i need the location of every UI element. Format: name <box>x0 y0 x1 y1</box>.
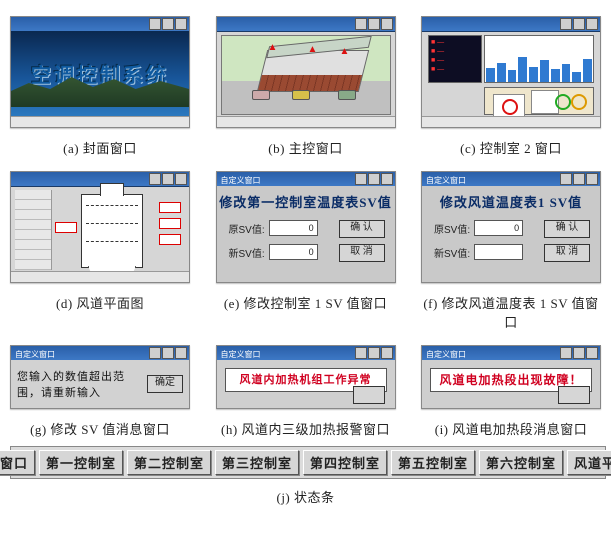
heater-alarm-thumb: 自定义窗口 风道内加热机组工作异常 <box>216 345 396 409</box>
ok-button[interactable]: 确定 <box>147 375 183 393</box>
row-old-sv: 原SV值: 0 <box>434 220 523 236</box>
titlebar: 自定义窗口 <box>11 346 189 361</box>
status-btn-duct[interactable]: 风道平面图 <box>567 450 611 475</box>
confirm-button[interactable]: 确 认 <box>544 220 590 238</box>
indicator-yellow-icon <box>571 94 587 110</box>
value-box <box>159 202 181 213</box>
row-new-sv: 新SV值: <box>434 244 523 260</box>
main-window-thumb: ▲ ▲ ▲ <box>216 16 396 128</box>
legend-panel: ■ —■ —■ —■ — <box>428 35 482 83</box>
caption-j: (j) 状态条 <box>10 487 601 506</box>
vehicle-icon <box>252 90 270 100</box>
statusline <box>422 116 600 127</box>
label-new-sv: 新SV值: <box>229 245 265 260</box>
confirm-button[interactable]: 确 认 <box>339 220 385 238</box>
vehicle-icon <box>338 90 356 100</box>
titlebar <box>11 17 189 32</box>
message-text: 您输入的数值超出范围，请重新输入 <box>17 368 141 400</box>
dialog-body: 修改第一控制室温度表SV值 原SV值: 0 新SV值: 0 确 认 取 消 <box>217 186 395 282</box>
sv-message-thumb: 自定义窗口 您输入的数值超出范围，请重新输入 确定 <box>10 345 190 409</box>
dialog-body: 风道内加热机组工作异常 <box>217 360 395 408</box>
duct-diagram <box>81 194 143 268</box>
status-btn-room1[interactable]: 第一控制室 <box>39 450 123 475</box>
ok-button[interactable] <box>558 386 590 404</box>
caption-b: (b) 主控窗口 <box>268 138 342 157</box>
input-old-sv[interactable]: 0 <box>474 220 523 236</box>
input-new-sv[interactable] <box>474 244 523 260</box>
cancel-button[interactable]: 取 消 <box>339 244 385 262</box>
eheater-message-thumb: 自定义窗口 风道电加热段出现故障！ <box>421 345 601 409</box>
input-new-sv[interactable]: 0 <box>269 244 318 260</box>
value-box <box>159 234 181 245</box>
titlebar <box>217 17 395 32</box>
label-old-sv: 原SV值: <box>229 221 265 236</box>
marker-icon: ▲ <box>340 46 350 57</box>
value-box <box>55 222 77 233</box>
trend-chart <box>484 35 594 83</box>
caption-e: (e) 修改控制室 1 SV 值窗口 <box>224 293 387 312</box>
statusline <box>11 116 189 127</box>
dialog-body: 风道电加热段出现故障！ <box>422 360 600 408</box>
status-btn-room2[interactable]: 第二控制室 <box>127 450 211 475</box>
control-room2-thumb: ■ —■ —■ —■ — <box>421 16 601 128</box>
titlebar <box>422 17 600 32</box>
modify-sv-room1-thumb: 自定义窗口 修改第一控制室温度表SV值 原SV值: 0 新SV值: 0 确 认 … <box>216 171 396 283</box>
status-btn-room3[interactable]: 第三控制室 <box>215 450 299 475</box>
vehicle-icon <box>292 90 310 100</box>
indicator-green-icon <box>555 94 571 110</box>
titlebar: 自定义窗口 <box>422 172 600 187</box>
statusline <box>217 116 395 127</box>
statusline <box>11 271 189 282</box>
status-btn-room6[interactable]: 第六控制室 <box>479 450 563 475</box>
dialog-heading: 修改风道温度表1 SV值 <box>422 192 600 211</box>
modify-sv-duct1-thumb: 自定义窗口 修改风道温度表1 SV值 原SV值: 0 新SV值: 确 认 取 消 <box>421 171 601 283</box>
row-new-sv: 新SV值: 0 <box>229 244 318 260</box>
room-view <box>484 87 594 115</box>
dialog-heading: 修改第一控制室温度表SV值 <box>217 192 395 211</box>
subfigure-a: 空调控制系统 (a) 封面窗口 <box>10 16 190 157</box>
side-list <box>15 190 52 270</box>
subfigure-f: 自定义窗口 修改风道温度表1 SV值 原SV值: 0 新SV值: 确 认 取 消… <box>421 171 601 331</box>
subfigure-g: 自定义窗口 您输入的数值超出范围，请重新输入 确定 (g) 修改 SV 值消息窗… <box>10 345 190 438</box>
input-old-sv[interactable]: 0 <box>269 220 318 236</box>
subfigure-e: 自定义窗口 修改第一控制室温度表SV值 原SV值: 0 新SV值: 0 确 认 … <box>216 171 396 331</box>
status-btn-room5[interactable]: 第五控制室 <box>391 450 475 475</box>
titlebar: 自定义窗口 <box>217 172 395 187</box>
value-box <box>159 218 181 229</box>
caption-i: (i) 风道电加热段消息窗口 <box>435 419 588 438</box>
dialog-body: 修改风道温度表1 SV值 原SV值: 0 新SV值: 确 认 取 消 <box>422 186 600 282</box>
subfigure-b: ▲ ▲ ▲ (b) 主控窗口 <box>216 16 396 157</box>
status-btn-main[interactable]: 主控窗口 <box>0 450 35 475</box>
site-plan: ▲ ▲ ▲ <box>221 35 391 115</box>
label-old-sv: 原SV值: <box>434 221 470 236</box>
subfigure-d: (d) 风道平面图 <box>10 171 190 331</box>
figure-grid: 空调控制系统 (a) 封面窗口 ▲ ▲ ▲ (b) 主控窗口 <box>10 16 601 438</box>
caption-a: (a) 封面窗口 <box>63 138 137 157</box>
marker-icon: ▲ <box>308 44 318 55</box>
caption-d: (d) 风道平面图 <box>56 293 144 312</box>
cover-window-thumb: 空调控制系统 <box>10 16 190 128</box>
caption-h: (h) 风道内三级加热报警窗口 <box>221 419 390 438</box>
titlebar: 自定义窗口 <box>422 346 600 361</box>
row-old-sv: 原SV值: 0 <box>229 220 318 236</box>
label-new-sv: 新SV值: <box>434 245 470 260</box>
duct-plan-thumb <box>10 171 190 283</box>
status-bar: 主控窗口 第一控制室 第二控制室 第三控制室 第四控制室 第五控制室 第六控制室… <box>10 446 606 479</box>
caption-g: (g) 修改 SV 值消息窗口 <box>30 419 170 438</box>
subfigure-i: 自定义窗口 风道电加热段出现故障！ (i) 风道电加热段消息窗口 <box>421 345 601 438</box>
cancel-button[interactable]: 取 消 <box>544 244 590 262</box>
titlebar: 自定义窗口 <box>217 346 395 361</box>
dialog-body: 您输入的数值超出范围，请重新输入 确定 <box>11 360 189 408</box>
subfigure-c: ■ —■ —■ —■ — (c) 控制室 2 窗口 <box>421 16 601 157</box>
caption-f: (f) 修改风道温度表 1 SV 值窗口 <box>421 293 601 331</box>
caption-c: (c) 控制室 2 窗口 <box>460 138 562 157</box>
subfigure-h: 自定义窗口 风道内加热机组工作异常 (h) 风道内三级加热报警窗口 <box>216 345 396 438</box>
ok-button[interactable] <box>353 386 385 404</box>
marker-icon: ▲ <box>268 42 278 53</box>
status-btn-room4[interactable]: 第四控制室 <box>303 450 387 475</box>
building <box>256 50 368 92</box>
cover-backdrop: 空调控制系统 <box>11 31 189 117</box>
